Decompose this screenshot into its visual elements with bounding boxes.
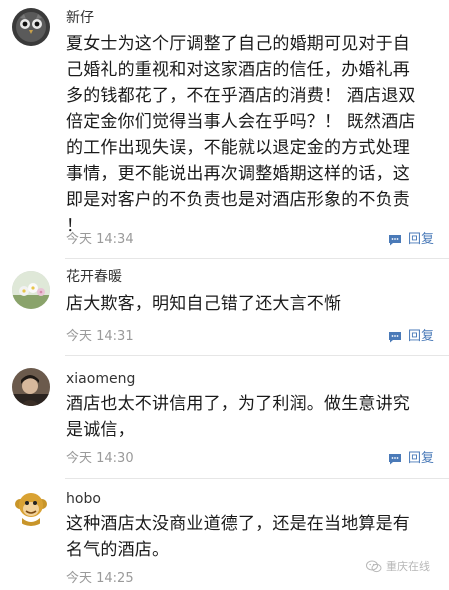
avatar[interactable] [12, 368, 50, 406]
monkey-avatar-icon [12, 488, 50, 526]
wechat-icon [366, 560, 382, 572]
timestamp: 今天 14:25 [66, 571, 134, 586]
owl-avatar-icon [12, 8, 50, 46]
timestamp: 今天 14:30 [66, 451, 134, 466]
username[interactable]: hobo [66, 490, 101, 508]
divider [65, 355, 449, 356]
comment-text: 这种酒店太没商业道德了，还是在当地算是有 名气的酒店。 [66, 511, 436, 563]
comment-line: 倍定金你们觉得当事人会在乎吗？！ 既然酒店 [66, 112, 416, 132]
watermark: 重庆在线 [366, 558, 430, 574]
timestamp: 今天 14:34 [66, 232, 134, 247]
divider [65, 258, 449, 259]
comment-line: 是诚信， [66, 420, 135, 440]
avatar[interactable] [12, 271, 50, 309]
flowers-avatar-icon [12, 271, 50, 309]
reply-button[interactable]: 回复 [388, 232, 434, 248]
comment-line: 店大欺客，明知自己错了还大言不惭 [66, 294, 342, 314]
comment-bubble-icon [389, 332, 401, 343]
comment-line: 多的钱都花了，不在乎酒店的消费！ 酒店退双 [66, 86, 416, 106]
avatar[interactable] [12, 488, 50, 526]
comment-text: 店大欺客，明知自己错了还大言不惭 [66, 291, 436, 317]
comment-line: 己婚礼的重视和对这家酒店的信任，办婚礼再 [66, 60, 410, 80]
comment-line: 酒店也太不讲信用了，为了利润。做生意讲究 [66, 394, 410, 414]
username[interactable]: 花开春暖 [66, 268, 122, 286]
reply-label: 回复 [408, 451, 435, 466]
comment-line: 这种酒店太没商业道德了，还是在当地算是有 [66, 514, 410, 534]
comment-text: 夏女士为这个厅调整了自己的婚期可见对于自 己婚礼的重视和对这家酒店的信任，办婚礼… [66, 31, 436, 239]
avatar[interactable] [12, 8, 50, 46]
comment-line: 即是对客户的不负责也是对酒店形象的不负责 [66, 190, 410, 210]
comment-bubble-icon [389, 454, 401, 465]
comment-text: 酒店也太不讲信用了，为了利润。做生意讲究 是诚信， [66, 391, 436, 443]
reply-label: 回复 [408, 232, 435, 247]
comment-line: 的工作出现失误，不能就以退定金的方式处理 [66, 138, 410, 158]
person-avatar-icon [12, 368, 50, 406]
timestamp: 今天 14:31 [66, 329, 134, 344]
comment-line: 夏女士为这个厅调整了自己的婚期可见对于自 [66, 34, 410, 54]
reply-label: 回复 [408, 329, 435, 344]
comment-bubble-icon [389, 235, 401, 246]
username[interactable]: 新仔 [66, 9, 94, 27]
reply-button[interactable]: 回复 [388, 451, 434, 467]
comment-line: 事情，更不能说出再次调整婚期这样的话，这 [66, 164, 410, 184]
username[interactable]: xiaomeng [66, 370, 135, 388]
watermark-text: 重庆在线 [386, 560, 430, 573]
reply-button[interactable]: 回复 [388, 329, 434, 345]
divider [65, 478, 449, 479]
